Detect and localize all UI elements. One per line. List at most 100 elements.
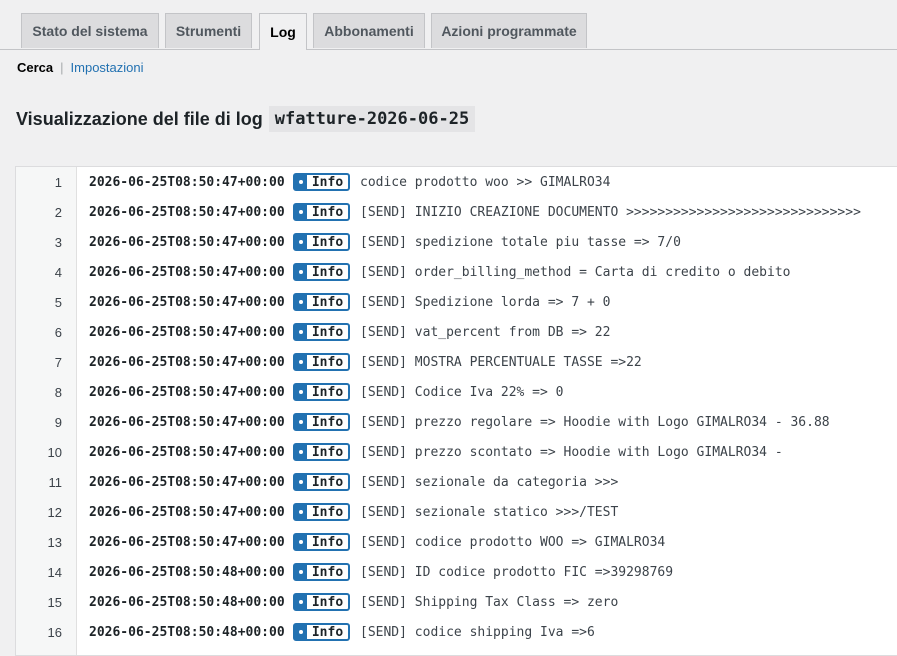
info-dot-icon	[295, 355, 307, 369]
log-line: 15 2026-06-25T08:50:48+00:00 Info [SEND] Sh…	[16, 587, 897, 617]
log-timestamp: 2026-06-25T08:50:47+00:00	[89, 264, 285, 280]
level-label: Info	[311, 594, 344, 610]
log-line: 9 2026-06-25T08:50:47+00:00 Info [SEND] pre…	[16, 407, 897, 437]
tab-stato-del-sistema[interactable]: Stato del sistema	[21, 13, 159, 48]
line-number: 1	[54, 174, 62, 190]
line-number: 10	[47, 444, 62, 460]
log-viewer: 1 2026-06-25T08:50:47+00:00 Info codice pro…	[15, 166, 897, 656]
log-line: 14 2026-06-25T08:50:48+00:00 Info [SEND] ID…	[16, 557, 897, 587]
page-title: Visualizzazione del file di log wfatture…	[16, 106, 476, 132]
level-label: Info	[311, 324, 344, 340]
log-message: [SEND] INIZIO CREAZIONE DOCUMENTO >>>>>>…	[360, 204, 861, 220]
line-number: 5	[54, 294, 62, 310]
line-number: 9	[54, 414, 62, 430]
level-badge[interactable]: Info	[293, 203, 350, 221]
level-label: Info	[311, 624, 344, 640]
level-badge[interactable]: Info	[293, 473, 350, 491]
log-timestamp: 2026-06-25T08:50:48+00:00	[89, 564, 285, 580]
info-dot-icon	[295, 295, 307, 309]
sub-navigation: Cerca | Impostazioni	[17, 60, 144, 75]
log-message: [SEND] sezionale statico >>>/TEST	[360, 504, 619, 520]
info-dot-icon	[295, 595, 307, 609]
log-message: [SEND] ID codice prodotto FIC =>39298769	[360, 564, 674, 580]
level-badge[interactable]: Info	[293, 293, 350, 311]
log-timestamp: 2026-06-25T08:50:48+00:00	[89, 624, 285, 640]
log-line: 7 2026-06-25T08:50:47+00:00 Info [SEND] MOS…	[16, 347, 897, 377]
info-dot-icon	[295, 415, 307, 429]
level-badge[interactable]: Info	[293, 323, 350, 341]
level-badge[interactable]: Info	[293, 383, 350, 401]
log-line: 8 2026-06-25T08:50:47+00:00 Info [SEND] Cod…	[16, 377, 897, 407]
level-badge[interactable]: Info	[293, 413, 350, 431]
log-line: 12 2026-06-25T08:50:47+00:00 Info [SEND] se…	[16, 497, 897, 527]
log-timestamp: 2026-06-25T08:50:47+00:00	[89, 174, 285, 190]
line-number: 12	[47, 504, 62, 520]
level-badge[interactable]: Info	[293, 593, 350, 611]
subnav-impostazioni-link[interactable]: Impostazioni	[71, 60, 144, 75]
log-timestamp: 2026-06-25T08:50:47+00:00	[89, 294, 285, 310]
log-line: 16 2026-06-25T08:50:48+00:00 Info [SEND] co…	[16, 617, 897, 647]
level-label: Info	[311, 234, 344, 250]
level-badge[interactable]: Info	[293, 173, 350, 191]
log-message: [SEND] sezionale da categoria >>>	[360, 474, 619, 490]
tab-strumenti[interactable]: Strumenti	[165, 13, 252, 48]
log-line: 6 2026-06-25T08:50:47+00:00 Info [SEND] vat…	[16, 317, 897, 347]
log-message: [SEND] Shipping Tax Class => zero	[360, 594, 619, 610]
level-badge[interactable]: Info	[293, 353, 350, 371]
line-number: 2	[54, 204, 62, 220]
info-dot-icon	[295, 385, 307, 399]
tab-log[interactable]: Log	[259, 13, 307, 50]
log-timestamp: 2026-06-25T08:50:47+00:00	[89, 474, 285, 490]
log-message: [SEND] spedizione totale piu tasse => 7/…	[360, 234, 681, 250]
level-badge[interactable]: Info	[293, 623, 350, 641]
line-number: 13	[47, 534, 62, 550]
log-timestamp: 2026-06-25T08:50:47+00:00	[89, 234, 285, 250]
log-timestamp: 2026-06-25T08:50:47+00:00	[89, 204, 285, 220]
level-label: Info	[311, 474, 344, 490]
log-message: [SEND] vat_percent from DB => 22	[360, 324, 611, 340]
log-message: [SEND] prezzo scontato => Hoodie with Lo…	[360, 444, 783, 460]
line-number: 11	[48, 474, 63, 490]
level-label: Info	[311, 294, 344, 310]
log-line: 2 2026-06-25T08:50:47+00:00 Info [SEND] INI…	[16, 197, 897, 227]
tab-abbonamenti[interactable]: Abbonamenti	[313, 13, 425, 48]
line-number: 8	[54, 384, 62, 400]
log-timestamp: 2026-06-25T08:50:47+00:00	[89, 414, 285, 430]
log-message: [SEND] MOSTRA PERCENTUALE TASSE =>22	[360, 354, 642, 370]
line-number: 16	[47, 624, 62, 640]
line-number: 6	[54, 324, 62, 340]
log-line: 1 2026-06-25T08:50:47+00:00 Info codice pro…	[16, 167, 897, 197]
level-badge[interactable]: Info	[293, 233, 350, 251]
subnav-cerca[interactable]: Cerca	[17, 60, 53, 75]
log-message: [SEND] Codice Iva 22% => 0	[360, 384, 564, 400]
log-line: 4 2026-06-25T08:50:47+00:00 Info [SEND] ord…	[16, 257, 897, 287]
log-timestamp: 2026-06-25T08:50:47+00:00	[89, 384, 285, 400]
level-label: Info	[311, 444, 344, 460]
log-timestamp: 2026-06-25T08:50:47+00:00	[89, 324, 285, 340]
info-dot-icon	[295, 565, 307, 579]
level-badge[interactable]: Info	[293, 563, 350, 581]
level-label: Info	[311, 504, 344, 520]
level-label: Info	[311, 204, 344, 220]
log-message: [SEND] prezzo regolare => Hoodie with Lo…	[360, 414, 830, 430]
level-label: Info	[311, 354, 344, 370]
line-number: 7	[54, 354, 62, 370]
level-badge[interactable]: Info	[293, 533, 350, 551]
log-message: [SEND] codice prodotto WOO => GIMALRO34	[360, 534, 666, 550]
log-timestamp: 2026-06-25T08:50:48+00:00	[89, 594, 285, 610]
info-dot-icon	[295, 325, 307, 339]
level-label: Info	[311, 534, 344, 550]
tab-azioni-programmate[interactable]: Azioni programmate	[431, 13, 587, 48]
level-badge[interactable]: Info	[293, 443, 350, 461]
log-line: 5 2026-06-25T08:50:47+00:00 Info [SEND] Spe…	[16, 287, 897, 317]
log-timestamp: 2026-06-25T08:50:47+00:00	[89, 504, 285, 520]
log-message: [SEND] order_billing_method = Carta di c…	[360, 264, 791, 280]
page-title-text: Visualizzazione del file di log	[16, 108, 263, 129]
level-badge[interactable]: Info	[293, 263, 350, 281]
log-filename: wfatture-2026-06-25	[268, 106, 476, 132]
level-badge[interactable]: Info	[293, 503, 350, 521]
tab-bar: Stato del sistema Strumenti Log Abboname…	[0, 0, 897, 50]
level-label: Info	[311, 264, 344, 280]
line-number: 15	[47, 594, 62, 610]
log-message: [SEND] Spedizione lorda => 7 + 0	[360, 294, 611, 310]
